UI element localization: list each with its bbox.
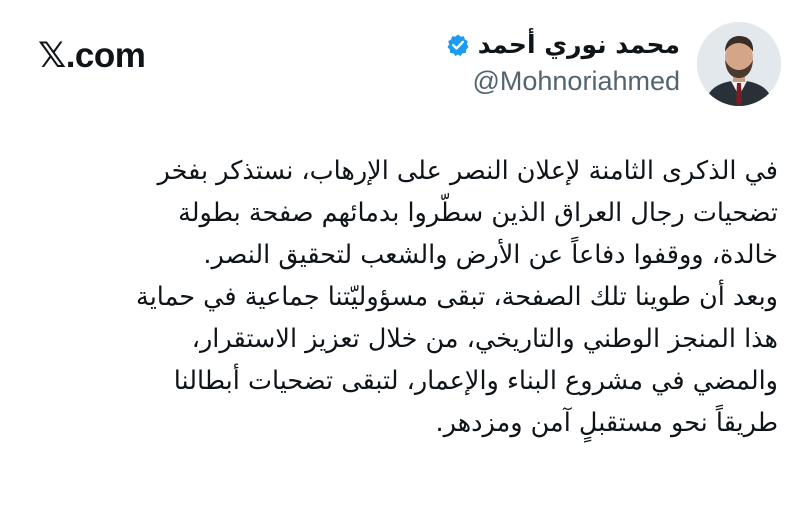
- tweet-text: في الذكرى الثامنة لإعلان النصر على الإره…: [18, 150, 778, 444]
- tweet-line: والمضي في مشروع البناء والإعمار، لتبقى ت…: [173, 366, 778, 396]
- author-handle[interactable]: @Mohnoriahmed: [472, 66, 680, 97]
- tweet-line: في الذكرى الثامنة لإعلان النصر على الإره…: [157, 156, 778, 186]
- x-com-logo: 𝕏.com: [38, 36, 146, 75]
- tweet-line: هذا المنجز الوطني والتاريخي، من خلال تعز…: [191, 324, 778, 354]
- profile-photo-icon: [697, 22, 781, 106]
- tweet-line: تضحيات رجال العراق الذين سطّروا بدمائهم …: [178, 198, 778, 228]
- tweet-line: وبعد أن طوينا تلك الصفحة، تبقى مسؤوليّتن…: [136, 282, 778, 312]
- verified-badge-icon: [447, 34, 469, 56]
- author-display-name[interactable]: محمد نوري أحمد: [478, 30, 680, 59]
- avatar[interactable]: [697, 22, 781, 106]
- tweet-line: خالدة، ووقفوا دفاعاً عن الأرض والشعب لتح…: [203, 240, 778, 270]
- author-name-row: محمد نوري أحمد: [446, 30, 680, 59]
- tweet-line: طريقاً نحو مستقبلٍ آمن ومزدهر.: [435, 408, 778, 438]
